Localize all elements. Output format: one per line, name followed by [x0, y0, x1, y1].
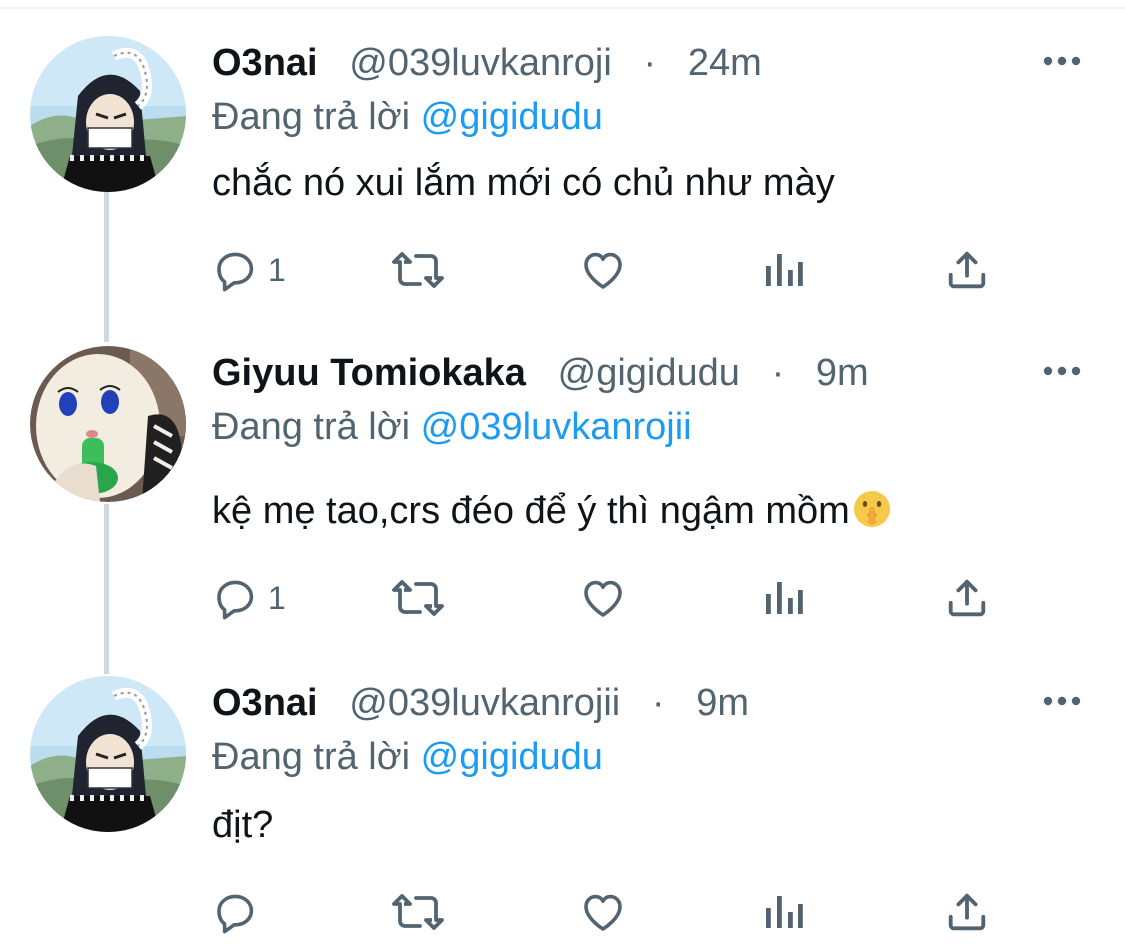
replying-to: Đang trả lời @gigidudu [212, 92, 603, 142]
like-button[interactable] [578, 570, 628, 626]
more-dots-icon[interactable] [1040, 356, 1084, 386]
like-button[interactable] [578, 242, 628, 298]
reply-button[interactable]: 1 [212, 570, 286, 626]
user-handle[interactable]: @039luvkanroji [349, 42, 612, 84]
tweet-header: O3nai @039luvkanroji · 24m [212, 38, 762, 88]
display-name[interactable]: O3nai [212, 42, 318, 84]
user-handle[interactable]: @039luvkanrojii [349, 682, 620, 724]
retweet-icon [392, 252, 444, 288]
tweet-header: Giyuu Tomiokaka @gigidudu · 9m [212, 348, 869, 398]
retweet-button[interactable] [390, 242, 446, 298]
anime-character-avatar-image [30, 676, 186, 832]
reply-bubble-icon [217, 894, 254, 934]
tweet-header: O3nai @039luvkanrojii · 9m [212, 678, 749, 728]
separator-dot: · [651, 682, 665, 724]
retweet-button[interactable] [390, 884, 446, 940]
reply-bubble-icon [217, 252, 254, 292]
plush-doll-avatar-image [30, 346, 186, 502]
tweet[interactable]: Giyuu Tomiokaka @gigidudu · 9m Đang trả … [0, 346, 1125, 646]
tweet-text: chắc nó xui lắm mới có chủ như mày [212, 162, 835, 204]
share-button[interactable] [944, 242, 990, 298]
separator-dot: · [771, 352, 785, 394]
separator-dot: · [643, 42, 657, 84]
avatar[interactable] [30, 36, 186, 192]
action-bar [212, 884, 1012, 940]
replying-to-mention[interactable]: @gigidudu [421, 736, 603, 778]
heart-icon [584, 894, 622, 931]
share-upload-icon [948, 579, 986, 617]
reply-bubble-icon [217, 580, 254, 620]
timestamp[interactable]: 9m [816, 352, 869, 394]
display-name[interactable]: O3nai [212, 682, 318, 724]
share-button[interactable] [944, 884, 990, 940]
action-bar: 1 [212, 242, 1012, 298]
retweet-icon [392, 894, 444, 930]
tweet-text: kệ mẹ tao,crs đéo để ý thì ngậm mồm [212, 486, 892, 536]
timestamp[interactable]: 9m [696, 682, 749, 724]
more-dots-icon[interactable] [1040, 686, 1084, 716]
replying-to-label: Đang trả lời [212, 406, 411, 448]
replying-to: Đang trả lời @gigidudu [212, 732, 603, 782]
tweet-text: địt? [212, 804, 274, 846]
share-upload-icon [948, 251, 986, 289]
user-handle[interactable]: @gigidudu [558, 352, 740, 394]
reply-count: 1 [268, 252, 286, 288]
reply-button[interactable]: 1 [212, 242, 286, 298]
avatar[interactable] [30, 676, 186, 832]
top-divider [0, 7, 1125, 9]
replying-to-mention[interactable]: @039luvkanrojii [421, 406, 692, 448]
replying-to: Đang trả lời @039luvkanrojii [212, 402, 692, 452]
heart-icon [584, 252, 622, 289]
tweet[interactable]: O3nai @039luvkanroji · 24m Đang trả lời … [0, 36, 1125, 316]
views-chart-icon [766, 896, 803, 928]
avatar[interactable] [30, 346, 186, 502]
views-button[interactable] [762, 570, 806, 626]
retweet-button[interactable] [390, 570, 446, 626]
display-name[interactable]: Giyuu Tomiokaka [212, 352, 526, 394]
replying-to-label: Đang trả lời [212, 96, 411, 138]
like-button[interactable] [578, 884, 628, 940]
more-dots-icon[interactable] [1040, 46, 1084, 76]
tweet[interactable]: O3nai @039luvkanrojii · 9m Đang trả lời … [0, 676, 1125, 949]
action-bar: 1 [212, 570, 1012, 626]
anime-character-avatar-image [30, 36, 186, 192]
retweet-icon [392, 580, 444, 616]
timestamp[interactable]: 24m [688, 42, 762, 84]
replying-to-mention[interactable]: @gigidudu [421, 96, 603, 138]
replying-to-label: Đang trả lời [212, 736, 411, 778]
heart-icon [584, 580, 622, 617]
shushing-face-emoji [853, 491, 890, 527]
views-button[interactable] [762, 884, 806, 940]
share-upload-icon [948, 893, 986, 931]
views-button[interactable] [762, 242, 806, 298]
views-chart-icon [766, 582, 803, 614]
reply-button[interactable] [212, 884, 268, 940]
reply-count: 1 [268, 580, 286, 616]
views-chart-icon [766, 254, 803, 286]
tweet-text-content: kệ mẹ tao,crs đéo để ý thì ngậm mồm [212, 490, 850, 532]
share-button[interactable] [944, 570, 990, 626]
